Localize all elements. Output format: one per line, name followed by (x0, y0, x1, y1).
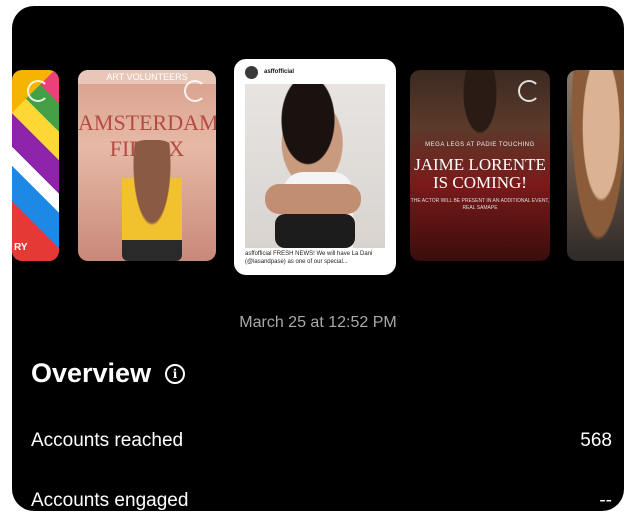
story-date: March 25 at 12:52 PM (239, 314, 397, 331)
section-title: Overview (31, 358, 152, 388)
insights-screen: RY ART VOLUNTEERS AMSTERDAM FIEFEX asffo… (12, 6, 624, 511)
story-thumbnail[interactable]: MEGA LEGS AT PADIE TOUCHING JAIME LORENT… (410, 70, 550, 261)
overview-header: Overview i (31, 358, 186, 389)
avatar (245, 65, 258, 79)
metric-row-accounts-engaged[interactable]: Accounts engaged -- (31, 490, 612, 511)
metric-label: Accounts reached (31, 430, 184, 451)
photo-legs (275, 214, 355, 248)
metric-row-accounts-reached[interactable]: Accounts reached 568 (31, 430, 612, 452)
thumbnail-subtitle: MEGA LEGS AT PADIE TOUCHING (425, 142, 535, 148)
info-icon[interactable]: i (165, 363, 186, 384)
thumbnail-text: RY (14, 242, 28, 253)
thumbnail-title: JAIME LORENTE IS COMING! (414, 155, 546, 192)
thumbnail-footer: THE ACTOR WILL BE PRESENT IN AN ADDITION… (410, 198, 550, 211)
post-photo (245, 84, 385, 248)
progress-ring-icon (518, 80, 540, 102)
story-thumbnail[interactable]: ART VOLUNTEERS AMSTERDAM FIEFEX (78, 70, 216, 261)
post-caption: asffofficial FRESH NEWS! We will have La… (245, 251, 373, 265)
post-header: asffofficial (235, 60, 395, 84)
metric-value: 568 (580, 430, 612, 451)
photo-arm (265, 184, 361, 214)
story-carousel[interactable]: RY ART VOLUNTEERS AMSTERDAM FIEFEX asffo… (12, 56, 624, 286)
progress-ring-icon (27, 80, 49, 102)
photo-person (122, 140, 182, 261)
story-thumbnail[interactable]: RY (12, 70, 59, 261)
metric-value: -- (599, 490, 612, 511)
account-name: asffofficial (264, 69, 295, 75)
metric-label: Accounts engaged (31, 490, 189, 511)
story-thumbnail[interactable] (567, 70, 624, 261)
story-thumbnail-selected[interactable]: asffofficial asffofficial FRESH NEWS! We… (234, 59, 396, 275)
progress-ring-icon (184, 80, 206, 102)
